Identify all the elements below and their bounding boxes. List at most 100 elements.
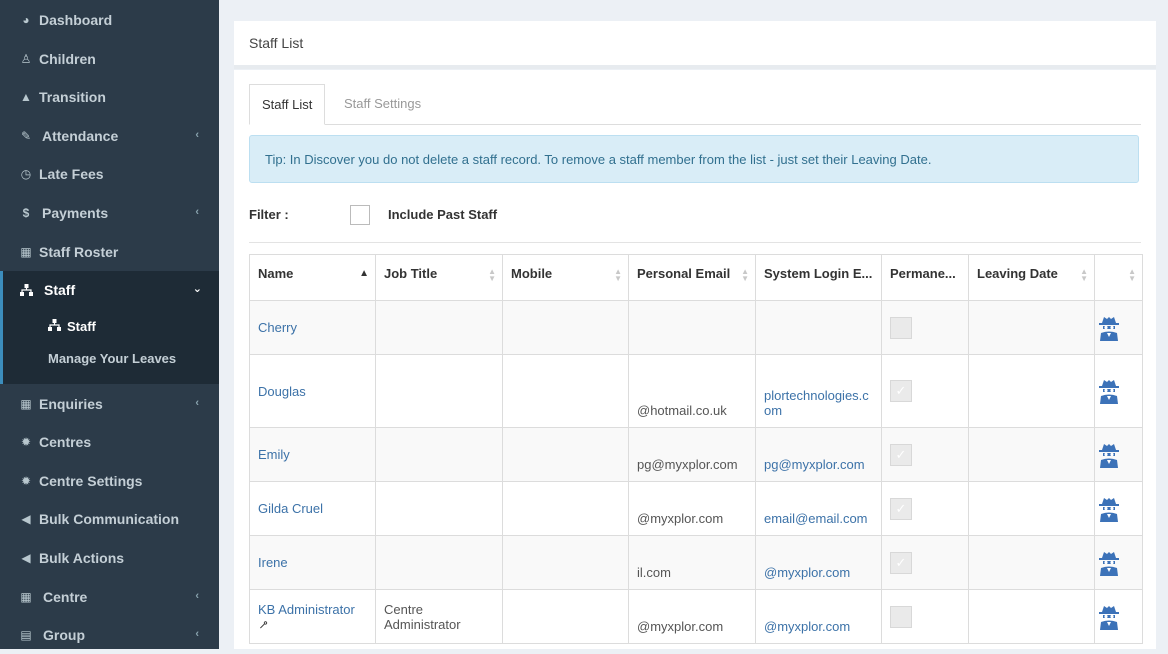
column-header-label: Job Title: [384, 266, 438, 281]
column-header-personal-email[interactable]: Personal Email ▲ ▼: [628, 254, 756, 301]
staff-name-link[interactable]: Gilda Cruel: [258, 501, 323, 516]
cell-personal-email: @myxplor.com: [628, 589, 756, 644]
chevron-left-icon: ‹: [195, 129, 199, 141]
login-email-link[interactable]: email@email.com: [764, 511, 868, 526]
submenu-item-label: Staff: [67, 318, 96, 334]
chevron-left-icon: ‹: [195, 206, 199, 218]
spy-icon[interactable]: [1098, 496, 1120, 522]
column-header-label: Leaving Date: [977, 266, 1058, 281]
staff-name-link[interactable]: Irene: [258, 555, 288, 570]
login-email-link[interactable]: @myxplor.com: [764, 565, 850, 580]
cell-job-title: [375, 481, 503, 536]
cell-personal-email: @hotmail.co.uk: [628, 354, 756, 428]
sidebar-item-centre[interactable]: ▦ Centre ‹: [0, 578, 219, 616]
staff-name-link[interactable]: Emily: [258, 447, 290, 462]
login-email-link[interactable]: @myxplor.com: [764, 619, 850, 634]
tab-staff-settings[interactable]: Staff Settings: [332, 84, 433, 124]
divider: [249, 242, 1141, 243]
sidebar-item-label: Bulk Communication: [39, 511, 180, 527]
column-header-actions[interactable]: ▲ ▼: [1094, 254, 1143, 301]
sidebar-item-bulk-communication[interactable]: ◀ Bulk Communication: [0, 500, 219, 538]
sidebar-item-label: Staff Roster: [39, 244, 119, 260]
sidebar-item-label: Enquiries: [39, 396, 103, 412]
staff-name-link[interactable]: KB Administrator: [258, 602, 355, 617]
column-header-leaving-date[interactable]: Leaving Date ▲ ▼: [968, 254, 1095, 301]
sort-icon: ▲ ▼: [1080, 267, 1088, 283]
column-header-mobile[interactable]: Mobile ▲ ▼: [502, 254, 629, 301]
table-row: Gilda Cruel @myxplor.com email@email.com ✓: [249, 481, 1143, 536]
spy-icon[interactable]: [1098, 442, 1120, 468]
permanent-checkbox: ✓: [890, 443, 912, 466]
sidebar-item-staff[interactable]: Staff ⌄: [3, 271, 219, 309]
sidebar-item-label: Late Fees: [39, 166, 104, 182]
bullhorn-icon: ◀: [21, 512, 31, 526]
tip-alert: Tip: In Discover you do not delete a sta…: [249, 135, 1139, 183]
staff-name-link[interactable]: Cherry: [258, 320, 297, 335]
table-row: Cherry: [249, 300, 1143, 355]
include-past-staff-checkbox[interactable]: [350, 205, 370, 225]
cell-actions: [1094, 300, 1143, 355]
sidebar-item-group[interactable]: ▤ Group ‹: [0, 616, 219, 654]
column-header-job-title[interactable]: Job Title ▲ ▼: [375, 254, 503, 301]
graduation-cap-icon: ▲: [20, 90, 32, 104]
include-past-staff-label[interactable]: Include Past Staff: [388, 207, 497, 222]
sidebar-item-bulk-actions[interactable]: ◀ Bulk Actions: [0, 539, 219, 577]
submenu-item-manage-leaves[interactable]: Manage Your Leaves: [48, 345, 176, 371]
cell-job-title: [375, 535, 503, 590]
sidebar-item-children[interactable]: ♙ Children: [0, 40, 219, 78]
spy-icon[interactable]: [1098, 604, 1120, 630]
cell-leaving-date: [968, 481, 1095, 536]
spy-icon[interactable]: [1098, 378, 1120, 404]
submenu-item-label: Manage Your Leaves: [48, 350, 177, 366]
cell-login-email: @myxplor.com: [755, 589, 882, 644]
spy-icon[interactable]: [1098, 550, 1120, 576]
cell-job-title: [375, 354, 503, 428]
login-email-link[interactable]: pg@myxplor.com: [764, 457, 865, 472]
column-header-name[interactable]: Name ▲: [249, 254, 376, 301]
sidebar-item-centre-settings[interactable]: ✹ Centre Settings: [0, 462, 219, 500]
cell-actions: [1094, 354, 1143, 428]
submenu-item-staff[interactable]: Staff: [48, 313, 96, 339]
sitemap-icon: [19, 283, 33, 297]
cell-name: Emily: [249, 427, 376, 482]
sidebar-item-staff-roster[interactable]: ▦ Staff Roster: [0, 233, 219, 271]
sidebar-item-centres[interactable]: ✹ Centres: [0, 423, 219, 461]
cell-mobile: [502, 481, 629, 536]
cell-login-email: @myxplor.com: [755, 535, 882, 590]
sidebar-item-payments[interactable]: $ Payments ‹: [0, 194, 219, 232]
sidebar-item-dashboard[interactable]: ◕ Dashboard: [0, 1, 219, 39]
cell-name: Douglas: [249, 354, 376, 428]
sidebar-item-label: Centre: [43, 589, 88, 605]
cell-leaving-date: [968, 535, 1095, 590]
spy-icon[interactable]: [1098, 315, 1120, 341]
sort-icon: ▲ ▼: [741, 267, 749, 283]
cell-mobile: [502, 300, 629, 355]
permanent-checkbox: [890, 316, 912, 339]
column-header-label: Permane...: [890, 266, 956, 281]
cell-permanent: ✓: [881, 535, 969, 590]
tab-bar: Staff List Staff Settings: [249, 84, 1141, 125]
th-large-icon: ▦: [20, 397, 32, 411]
sitemap-icon: [48, 318, 61, 334]
login-email-link[interactable]: plortechnologies.com: [764, 388, 869, 418]
column-header-login-email[interactable]: System Login E...: [755, 254, 882, 301]
permanent-checkbox: [890, 605, 912, 628]
cell-name: Cherry: [249, 300, 376, 355]
personal-email-text: @hotmail.co.uk: [637, 403, 727, 418]
cell-mobile: [502, 535, 629, 590]
permanent-checkbox: ✓: [890, 497, 912, 520]
sidebar-item-attendance[interactable]: ✎ Attendance ‹: [0, 117, 219, 155]
column-header-permanent[interactable]: Permane...: [881, 254, 969, 301]
cell-leaving-date: [968, 427, 1095, 482]
staff-name-link[interactable]: Douglas: [258, 384, 306, 399]
cog-icon: ✹: [20, 474, 32, 488]
tab-staff-list[interactable]: Staff List: [249, 84, 326, 125]
personal-email-text: pg@myxplor.com: [637, 457, 738, 472]
sidebar-item-late-fees[interactable]: ◷ Late Fees: [0, 155, 219, 193]
column-header-label: System Login E...: [764, 266, 873, 281]
sidebar-item-enquiries[interactable]: ▦ Enquiries ‹: [0, 385, 219, 423]
cell-login-email: email@email.com: [755, 481, 882, 536]
sidebar-item-label: Centre Settings: [39, 473, 143, 489]
permanent-checkbox: ✓: [890, 551, 912, 574]
sidebar-item-transition[interactable]: ▲ Transition: [0, 78, 219, 116]
